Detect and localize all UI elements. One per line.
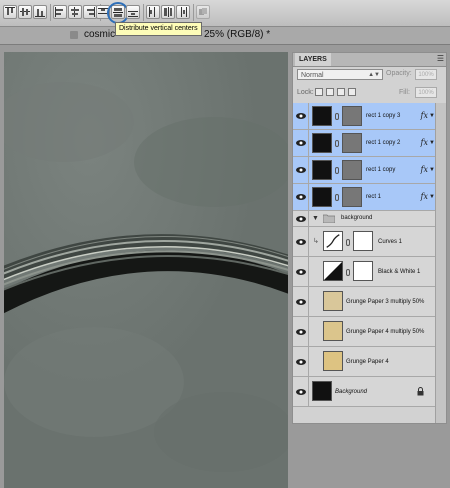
align-vertical-centers-button[interactable] xyxy=(18,5,32,19)
layer-name: Grunge Paper 3 multiply 50% xyxy=(346,299,425,305)
layer-row[interactable]: Black & White 1 xyxy=(293,257,436,287)
align-bottom-edges-button[interactable] xyxy=(33,5,47,19)
eye-icon[interactable] xyxy=(296,166,306,174)
layer-row[interactable]: rect 1 fx ▼ xyxy=(293,184,436,211)
eye-icon[interactable] xyxy=(296,358,306,366)
clip-arrow-icon: ↳ xyxy=(313,238,319,245)
layer-name: rect 1 copy 3 xyxy=(366,113,401,119)
layer-row[interactable]: Grunge Paper 4 xyxy=(293,347,436,377)
lock-icon xyxy=(417,387,424,396)
layer-thumbnail xyxy=(312,187,332,207)
layer-name: rect 1 copy xyxy=(366,167,396,173)
tooltip: Distribute vertical centers xyxy=(115,22,202,36)
eye-icon[interactable] xyxy=(296,298,306,306)
auto-align-layers-button[interactable] xyxy=(196,5,210,19)
link-icon xyxy=(335,113,339,120)
mask-thumbnail xyxy=(342,187,362,207)
lock-all-icon[interactable] xyxy=(348,88,356,96)
lock-transparency-icon[interactable] xyxy=(315,88,323,96)
mask-thumbnail xyxy=(342,106,362,126)
layer-row[interactable]: Grunge Paper 4 multiply 50% xyxy=(293,317,436,347)
distribute-left-edges-button[interactable] xyxy=(146,5,160,19)
layer-thumbnail xyxy=(323,291,343,311)
layer-thumbnail xyxy=(312,160,332,180)
link-icon xyxy=(335,140,339,147)
align-horizontal-centers-button[interactable] xyxy=(68,5,82,19)
layers-scrollbar[interactable] xyxy=(435,103,446,423)
blend-mode-select[interactable]: Normal ▲▼ xyxy=(297,69,383,80)
document-tab[interactable]: cosmic 25% (RGB/8) * xyxy=(0,27,450,45)
black-white-adjustment-icon xyxy=(323,261,343,281)
folder-icon xyxy=(323,214,335,223)
opacity-label: Opacity: xyxy=(386,70,412,77)
link-icon xyxy=(335,167,339,174)
mask-thumbnail xyxy=(342,160,362,180)
eye-icon[interactable] xyxy=(296,328,306,336)
layer-thumbnail xyxy=(323,321,343,341)
layer-name: Grunge Paper 4 xyxy=(346,359,389,365)
eye-icon[interactable] xyxy=(296,112,306,120)
layer-row[interactable]: Background xyxy=(293,377,436,407)
eye-icon[interactable] xyxy=(296,139,306,147)
eye-icon[interactable] xyxy=(296,238,306,246)
opacity-input[interactable]: 100% xyxy=(415,69,437,80)
group-name: background xyxy=(341,215,373,221)
align-left-edges-button[interactable] xyxy=(53,5,67,19)
layer-row[interactable]: rect 1 copy fx ▼ xyxy=(293,157,436,184)
fill-label: Fill: xyxy=(399,89,410,96)
lock-label: Lock: xyxy=(297,89,314,96)
fill-input[interactable]: 100% xyxy=(415,87,437,98)
eye-icon[interactable] xyxy=(296,193,306,201)
layer-name: Black & White 1 xyxy=(378,269,421,275)
blend-mode-value: Normal xyxy=(301,72,324,79)
layers-panel-tabbar: LAYERS ☰ xyxy=(293,53,446,67)
link-icon xyxy=(346,239,350,246)
layer-name: Grunge Paper 4 multiply 50% xyxy=(346,329,425,335)
layers-panel: LAYERS ☰ Normal ▲▼ Opacity: 100% Lock: Fi… xyxy=(292,52,447,424)
align-top-edges-button[interactable] xyxy=(3,5,17,19)
canvas-artwork xyxy=(4,52,288,488)
eye-icon[interactable] xyxy=(296,268,306,276)
layer-thumbnail xyxy=(312,106,332,126)
layer-row[interactable]: ↳ Curves 1 xyxy=(293,227,436,257)
options-bar xyxy=(0,0,450,27)
mask-thumbnail xyxy=(342,133,362,153)
layer-name: rect 1 copy 2 xyxy=(366,140,401,146)
align-right-edges-button[interactable] xyxy=(83,5,97,19)
layer-name: rect 1 xyxy=(366,194,382,200)
distribute-bottom-edges-button[interactable] xyxy=(126,5,140,19)
distribute-right-edges-button[interactable] xyxy=(176,5,190,19)
layer-thumbnail xyxy=(323,351,343,371)
group-expand-icon[interactable]: ▼ xyxy=(312,215,319,222)
layer-name: Background xyxy=(335,389,368,395)
fx-icon: fx xyxy=(420,138,428,147)
layers-tab[interactable]: LAYERS xyxy=(295,53,331,66)
mask-thumbnail xyxy=(353,231,373,251)
layer-thumbnail xyxy=(312,133,332,153)
layer-name: Curves 1 xyxy=(378,239,403,245)
link-icon xyxy=(335,194,339,201)
eye-icon[interactable] xyxy=(296,388,306,396)
lock-image-icon[interactable] xyxy=(326,88,334,96)
curves-adjustment-icon xyxy=(323,231,343,251)
mask-thumbnail xyxy=(353,261,373,281)
link-icon xyxy=(346,269,350,276)
eye-icon[interactable] xyxy=(296,215,306,223)
layer-row[interactable]: rect 1 copy 3 fx ▼ xyxy=(293,103,436,130)
canvas[interactable] xyxy=(4,52,288,488)
fx-icon: fx xyxy=(420,111,428,120)
distribute-horizontal-centers-button[interactable] xyxy=(161,5,175,19)
layer-group-row[interactable]: ▼ background xyxy=(293,211,436,227)
layer-thumbnail xyxy=(312,381,332,401)
fx-icon: fx xyxy=(420,192,428,201)
fx-icon: fx xyxy=(420,165,428,174)
layer-row[interactable]: Grunge Paper 3 multiply 50% xyxy=(293,287,436,317)
layer-row[interactable]: rect 1 copy 2 fx ▼ xyxy=(293,130,436,157)
chevron-updown-icon: ▲▼ xyxy=(368,72,380,78)
document-mode: 25% (RGB/8) * xyxy=(204,29,271,40)
document-title: cosmic xyxy=(84,29,116,40)
panel-menu-icon[interactable]: ☰ xyxy=(437,55,444,63)
close-document-icon[interactable] xyxy=(70,31,78,39)
lock-position-icon[interactable] xyxy=(337,88,345,96)
